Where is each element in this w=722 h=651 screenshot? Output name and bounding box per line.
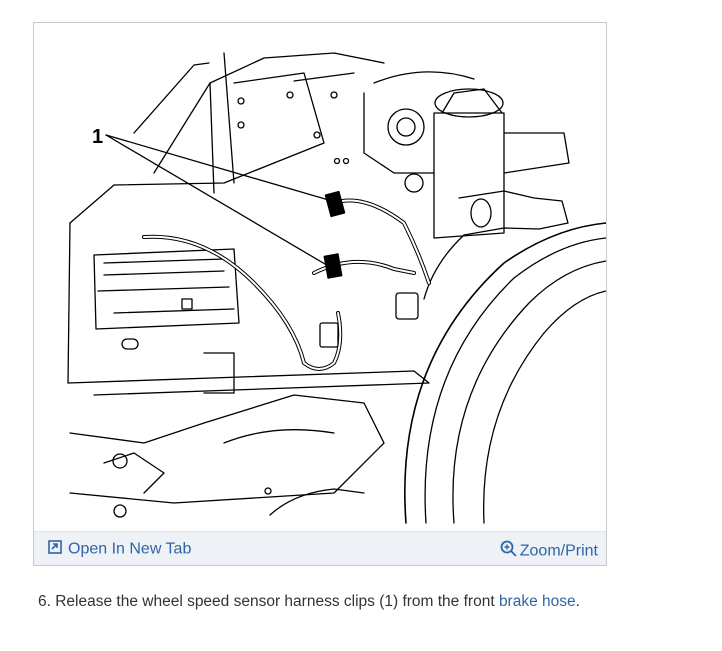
brake-hose-link[interactable]: brake hose [499, 593, 576, 610]
wheel-speed-sensor-illustration: 1 [67, 52, 606, 524]
service-diagram: 1 [34, 23, 606, 531]
step-text-end: . [575, 593, 580, 610]
open-in-new-tab-link[interactable]: Open In New Tab [48, 540, 191, 559]
open-in-new-tab-icon [48, 540, 62, 559]
zoom-in-magnifier-icon [500, 540, 518, 563]
zoom-print-link[interactable]: Zoom/Print [500, 540, 598, 563]
step-instruction: 6. Release the wheel speed sensor harnes… [38, 593, 580, 611]
figure-card: 1 Open In New Tab Zoom/Print [33, 22, 607, 566]
step-text: 6. Release the wheel speed sensor harnes… [38, 593, 499, 610]
callout-number-1: 1 [92, 126, 103, 148]
figure-footer-toolbar: Open In New Tab Zoom/Print [34, 531, 606, 565]
open-in-new-tab-label: Open In New Tab [68, 540, 192, 558]
zoom-print-label: Zoom/Print [519, 542, 598, 560]
